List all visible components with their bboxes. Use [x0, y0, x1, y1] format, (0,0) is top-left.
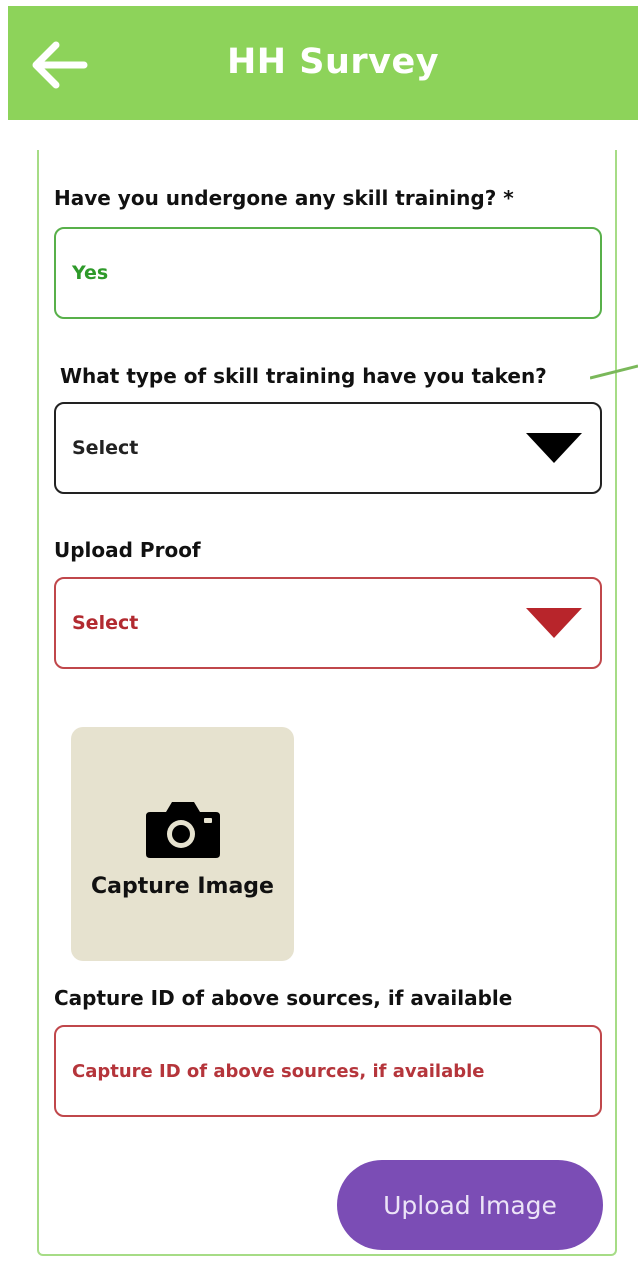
- caret-down-icon: [526, 433, 582, 463]
- camera-icon: [145, 801, 220, 858]
- survey-screen: HH Survey Have you undergone any skill t…: [0, 0, 638, 1263]
- upload-proof-dropdown[interactable]: Select: [54, 577, 602, 669]
- upload-image-button[interactable]: Upload Image: [337, 1160, 603, 1250]
- capture-image-label: Capture Image: [91, 873, 274, 899]
- page-title: HH Survey: [226, 42, 440, 82]
- training-type-dropdown[interactable]: Select: [54, 402, 602, 494]
- app-bar: HH Survey: [8, 6, 638, 120]
- upload-proof-value: Select: [72, 612, 139, 634]
- training-type-value: Select: [72, 437, 139, 459]
- decorative-line: [590, 364, 638, 380]
- capture-id-input[interactable]: Capture ID of above sources, if availabl…: [54, 1025, 602, 1117]
- skill-training-label: Have you undergone any skill training? *: [54, 186, 514, 210]
- upload-proof-label: Upload Proof: [54, 538, 201, 562]
- skill-training-field[interactable]: Yes: [54, 227, 602, 319]
- training-type-label: What type of skill training have you tak…: [60, 364, 547, 388]
- upload-image-label: Upload Image: [383, 1190, 557, 1220]
- caret-down-icon: [526, 608, 582, 638]
- capture-id-placeholder: Capture ID of above sources, if availabl…: [72, 1060, 485, 1082]
- capture-image-button[interactable]: Capture Image: [71, 727, 294, 961]
- capture-id-label: Capture ID of above sources, if availabl…: [54, 986, 513, 1010]
- skill-training-value: Yes: [72, 262, 109, 284]
